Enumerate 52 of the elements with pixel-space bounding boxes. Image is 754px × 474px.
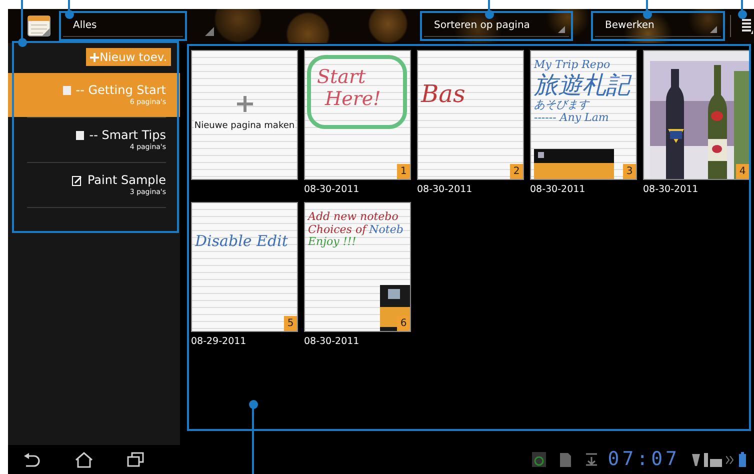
page-date: 08-30-2011 xyxy=(304,183,360,197)
handwriting: 旅遊札記 xyxy=(534,72,633,100)
download-icon[interactable] xyxy=(584,453,598,466)
back-icon[interactable] xyxy=(23,452,41,466)
handwriting: Noteb xyxy=(369,224,404,236)
page-date: 08-30-2011 xyxy=(417,183,474,197)
recent-apps-icon[interactable] xyxy=(127,452,144,467)
page-date: 08-30-2011 xyxy=(304,335,360,349)
handwriting: Add new notebo xyxy=(308,211,400,224)
sd-card-icon[interactable] xyxy=(560,452,571,466)
home-icon[interactable] xyxy=(75,452,93,468)
handwriting: あそびます xyxy=(534,99,591,112)
page-date: 08-30-2011 xyxy=(643,183,700,197)
handwriting: Here! xyxy=(324,88,382,111)
paint-icon xyxy=(72,176,82,186)
note-icon xyxy=(76,131,84,140)
handwriting: Bas xyxy=(421,81,466,109)
page-thumbnail[interactable]: 4 xyxy=(643,50,750,180)
page-date: 08-30-2011 xyxy=(530,183,586,197)
page-number: 4 xyxy=(736,164,749,179)
page-thumbnail[interactable]: Start Here! 1 xyxy=(304,50,411,180)
menu-icon[interactable] xyxy=(741,18,753,34)
chevron-icon xyxy=(726,456,734,464)
notebook-title: Paint Sample xyxy=(87,173,166,188)
page-thumbnail[interactable]: My Trip Repo 旅遊札記 あそびます ------ Any Lam 3 xyxy=(530,50,637,180)
plus-icon xyxy=(90,52,99,62)
page-thumbnail[interactable]: Disable Edit 5 xyxy=(191,202,298,332)
handwriting: ------ Any Lam xyxy=(534,112,610,125)
notebook-title: -- Smart Tips xyxy=(89,128,166,143)
battery-icon xyxy=(739,452,746,467)
page-number: 6 xyxy=(397,316,410,331)
plus-icon xyxy=(236,96,252,112)
clock: 07:07 xyxy=(608,447,680,472)
notebook-icon[interactable] xyxy=(27,15,51,37)
page-date: 08-29-2011 xyxy=(191,335,248,349)
handwriting: Choices of xyxy=(308,224,366,236)
handwriting: Disable Edit xyxy=(195,233,289,250)
dropdown-arrow-icon xyxy=(205,27,214,36)
keyboard-icon xyxy=(704,452,722,466)
wifi-icon xyxy=(692,454,700,466)
note-icon xyxy=(62,86,71,95)
page-thumbnail[interactable]: Bas 2 xyxy=(417,50,524,180)
new-page-tile[interactable]: Nieuwe pagina maken xyxy=(191,50,298,180)
handwriting: My Trip Repo xyxy=(534,59,612,72)
handwriting: Start xyxy=(317,67,367,89)
page-number: 2 xyxy=(510,164,523,179)
page-number: 5 xyxy=(284,316,297,331)
notebook-title: -- Getting Start xyxy=(76,83,166,98)
page-number: 3 xyxy=(623,164,636,179)
handwriting: Enjoy !!! xyxy=(308,236,356,249)
app-notification-icon[interactable] xyxy=(532,452,546,467)
page-number: 1 xyxy=(397,164,410,179)
